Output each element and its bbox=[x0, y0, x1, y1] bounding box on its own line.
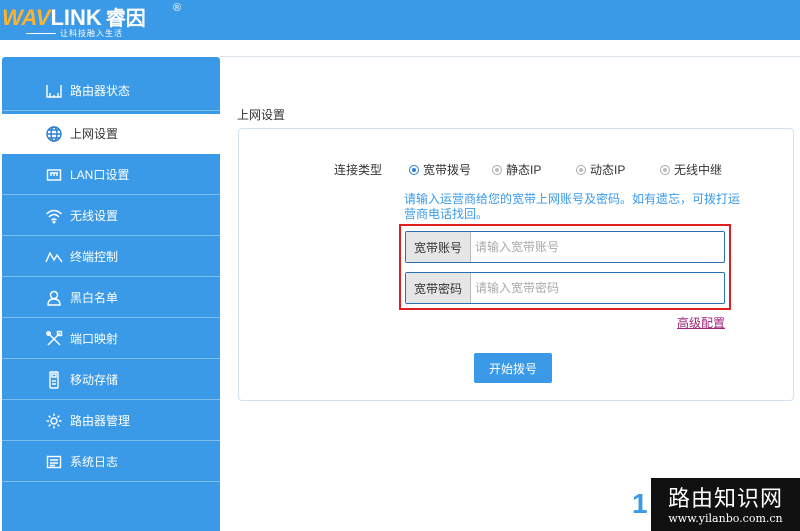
logo-wav: WAV bbox=[2, 5, 51, 30]
start-dial-button[interactable]: 开始拨号 bbox=[474, 353, 552, 383]
sidebar-item-label: 路由器管理 bbox=[70, 414, 131, 428]
gear-icon bbox=[45, 412, 63, 430]
broadband-account-field: 宽带账号 bbox=[405, 231, 725, 263]
log-icon bbox=[45, 453, 63, 471]
content-divider bbox=[220, 56, 800, 57]
sidebar-item-terminal-control[interactable]: 终端控制 bbox=[2, 237, 220, 277]
sidebar-item-router-management[interactable]: 路由器管理 bbox=[2, 401, 220, 441]
account-input[interactable] bbox=[471, 232, 724, 262]
sidebar-item-label: 端口映射 bbox=[70, 332, 119, 346]
account-hint-text: 请输入运营商给您的宽带上网账号及密码。如有遗忘，可拨打运营商电话找回。 bbox=[404, 192, 741, 221]
radio-label: 宽带拨号 bbox=[423, 163, 472, 177]
sidebar-item-label: 移动存储 bbox=[70, 373, 119, 387]
sidebar-item-label: 系统日志 bbox=[70, 455, 119, 469]
tools-icon bbox=[45, 330, 63, 348]
terminal-control-icon bbox=[45, 248, 63, 266]
radio-unselected-icon bbox=[660, 164, 670, 175]
sidebar-item-black-white-list[interactable]: 黑白名单 bbox=[2, 278, 220, 318]
radio-static-ip[interactable]: 静态IP bbox=[492, 161, 541, 178]
top-header: WAVLINK 睿因 ® 让科技融入生活 bbox=[0, 0, 800, 40]
radio-label: 静态IP bbox=[506, 163, 542, 177]
sidebar-item-label: 终端控制 bbox=[70, 250, 119, 264]
radio-selected-icon bbox=[409, 164, 419, 175]
router-admin-page: WAVLINK 睿因 ® 让科技融入生活 路由器状态 上网设置 LAN口设置 无… bbox=[0, 0, 800, 531]
radio-unselected-icon bbox=[492, 164, 502, 175]
router-status-icon bbox=[45, 82, 63, 100]
sidebar-item-wireless-settings[interactable]: 无线设置 bbox=[2, 196, 220, 236]
radio-label: 动态IP bbox=[590, 163, 626, 177]
registered-mark: ® bbox=[173, 2, 182, 14]
sidebar-item-label: 上网设置 bbox=[70, 127, 119, 141]
sidebar-item-port-mapping[interactable]: 端口映射 bbox=[2, 319, 220, 359]
brand-logo: WAVLINK 睿因 ® 让科技融入生活 bbox=[2, 2, 202, 40]
usb-storage-icon bbox=[45, 370, 63, 389]
radio-dynamic-ip[interactable]: 动态IP bbox=[576, 161, 625, 178]
sidebar-item-label: LAN口设置 bbox=[70, 168, 130, 182]
sidebar-item-system-log[interactable]: 系统日志 bbox=[2, 442, 220, 482]
logo-slogan: 让科技融入生活 bbox=[60, 29, 123, 38]
broadband-password-field: 宽带密码 bbox=[405, 272, 725, 304]
lan-port-icon bbox=[45, 166, 63, 184]
logo-link: LINK bbox=[50, 5, 102, 30]
radio-wireless-repeater[interactable]: 无线中继 bbox=[660, 161, 722, 178]
wifi-icon bbox=[45, 207, 63, 225]
sidebar-nav: 路由器状态 上网设置 LAN口设置 无线设置 终端控制 黑白名单 端口映射 移动… bbox=[2, 57, 220, 531]
sidebar-item-router-status[interactable]: 路由器状态 bbox=[2, 71, 220, 111]
sidebar-item-label: 黑白名单 bbox=[70, 291, 119, 305]
account-label: 宽带账号 bbox=[406, 232, 471, 262]
sidebar-item-mobile-storage[interactable]: 移动存储 bbox=[2, 360, 220, 400]
logo-chinese: 睿因 bbox=[105, 6, 146, 30]
sidebar-item-lan-settings[interactable]: LAN口设置 bbox=[2, 155, 220, 195]
advanced-config-link[interactable]: 高级配置 bbox=[677, 314, 725, 331]
watermark: 路由知识网 www.yilanbo.com.cn bbox=[651, 478, 800, 531]
sidebar-item-label: 无线设置 bbox=[70, 209, 119, 223]
password-label: 宽带密码 bbox=[406, 273, 471, 303]
password-input[interactable] bbox=[471, 273, 724, 303]
radio-unselected-icon bbox=[576, 164, 586, 175]
user-list-icon bbox=[45, 289, 63, 307]
watermark-url: www.yilanbo.com.cn bbox=[668, 512, 783, 525]
radio-label: 无线中继 bbox=[674, 163, 723, 177]
logo-text: WAVLINK 睿因 bbox=[2, 2, 146, 31]
page-number: 1 bbox=[632, 488, 648, 519]
sidebar-item-internet-settings[interactable]: 上网设置 bbox=[2, 114, 220, 154]
watermark-title: 路由知识网 bbox=[667, 487, 783, 512]
page-title: 上网设置 bbox=[237, 108, 286, 122]
connection-type-label: 连接类型 bbox=[334, 163, 383, 177]
radio-pppoe[interactable]: 宽带拨号 bbox=[409, 161, 471, 178]
sidebar-item-label: 路由器状态 bbox=[70, 84, 131, 98]
globe-icon bbox=[45, 125, 63, 143]
